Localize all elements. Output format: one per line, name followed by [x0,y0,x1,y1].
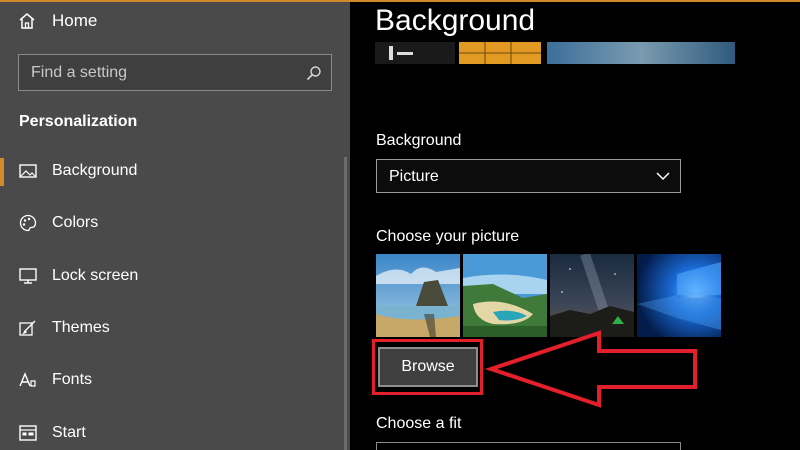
sidebar-item-label: Themes [52,319,110,336]
section-title: Personalization [19,113,138,130]
search-icon[interactable] [305,64,323,82]
background-dropdown[interactable]: Picture [376,159,681,193]
settings-sidebar: Home Find a setting Personalization Back… [0,2,350,450]
choose-fit-label: Choose a fit [376,415,462,432]
home-icon [19,13,35,29]
beach-rock-thumbnail[interactable] [376,254,460,337]
sidebar-item-label: Start [52,424,86,441]
palette-icon [19,214,37,232]
settings-content: Background Background Picture Choose you… [350,2,800,450]
background-label: Background [376,132,462,149]
sidebar-item-label: Lock screen [52,267,139,284]
brush-icon [19,320,36,336]
search-placeholder: Find a setting [31,64,128,81]
fit-dropdown[interactable] [376,442,681,450]
search-input[interactable]: Find a setting [18,54,332,91]
chevron-down-icon [656,172,670,181]
background-preview [375,42,735,64]
annotation-arrow [484,330,697,408]
selection-indicator [0,158,4,186]
picture-icon [19,164,37,178]
home-nav-item[interactable]: Home [0,2,345,40]
sidebar-item-label: Background [52,162,138,179]
sidebar-item-lock-screen[interactable]: Lock screen [0,255,345,299]
sidebar-item-background[interactable]: Background [0,150,345,194]
home-label: Home [52,11,98,30]
sidebar-item-start[interactable]: Start [0,412,345,450]
font-icon [19,372,36,387]
background-dropdown-value: Picture [389,168,439,185]
sidebar-scrollbar[interactable] [344,157,347,450]
sidebar-item-label: Fonts [52,371,93,388]
sidebar-item-themes[interactable]: Themes [0,307,345,351]
page-title: Background [375,4,536,37]
sidebar-item-label: Colors [52,214,99,231]
sidebar-item-colors[interactable]: Colors [0,202,345,246]
browse-button[interactable]: Browse [378,347,478,387]
start-icon [19,425,37,441]
sidebar-item-fonts[interactable]: Fonts [0,359,345,403]
monitor-icon [19,268,37,284]
choose-picture-label: Choose your picture [376,228,520,245]
